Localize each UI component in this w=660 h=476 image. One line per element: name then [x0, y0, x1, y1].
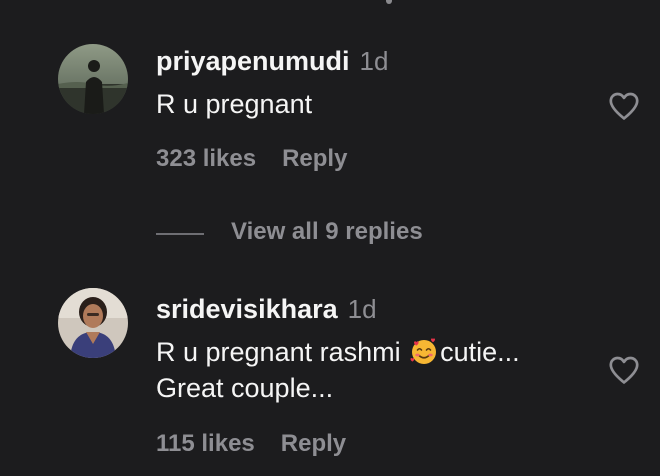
smiling-face-with-hearts-emoji-icon — [410, 338, 437, 364]
replies-divider — [156, 233, 204, 235]
comment-text-line: Great couple... — [156, 373, 334, 403]
reply-button[interactable]: Reply — [281, 430, 346, 457]
comment-text-line: R u pregnant — [156, 89, 313, 119]
likes-count[interactable]: 115 likes — [156, 430, 255, 457]
comment-username[interactable]: sridevisikhara — [156, 294, 338, 324]
reply-button[interactable]: Reply — [282, 145, 347, 172]
heart-outline-icon — [609, 92, 639, 120]
heart-outline-icon — [609, 356, 639, 384]
comment-text: R u pregnant — [156, 86, 312, 122]
like-button[interactable] — [606, 352, 642, 388]
like-button[interactable] — [606, 88, 642, 124]
comment-timestamp: 1d — [347, 294, 377, 324]
comment-text-line: R u pregnant rashmi cutie... — [156, 334, 520, 370]
comment-timestamp: 1d — [359, 46, 389, 76]
comment-actions: 115 likes Reply — [156, 430, 346, 458]
comment-text: R u pregnant rashmi cutie... Great coupl… — [156, 334, 520, 406]
comment-username[interactable]: priyapenumudi — [156, 46, 350, 76]
profile-photo-seaside-silhouette-icon — [58, 44, 128, 114]
avatar[interactable] — [58, 288, 128, 358]
comment-text-fragment: R u pregnant rashmi — [156, 337, 409, 367]
likes-count[interactable]: 323 likes — [156, 145, 256, 172]
avatar[interactable] — [58, 44, 128, 114]
profile-photo-woman-icon — [58, 288, 128, 358]
comment-header: priyapenumudi 1d — [156, 46, 388, 77]
comment-actions: 323 likes Reply — [156, 145, 347, 173]
previous-content-edge — [386, 0, 392, 4]
comment-text-fragment: cutie... — [440, 337, 520, 367]
comment-header: sridevisikhara 1d — [156, 294, 377, 325]
view-replies-label[interactable]: View all 9 replies — [231, 218, 423, 246]
